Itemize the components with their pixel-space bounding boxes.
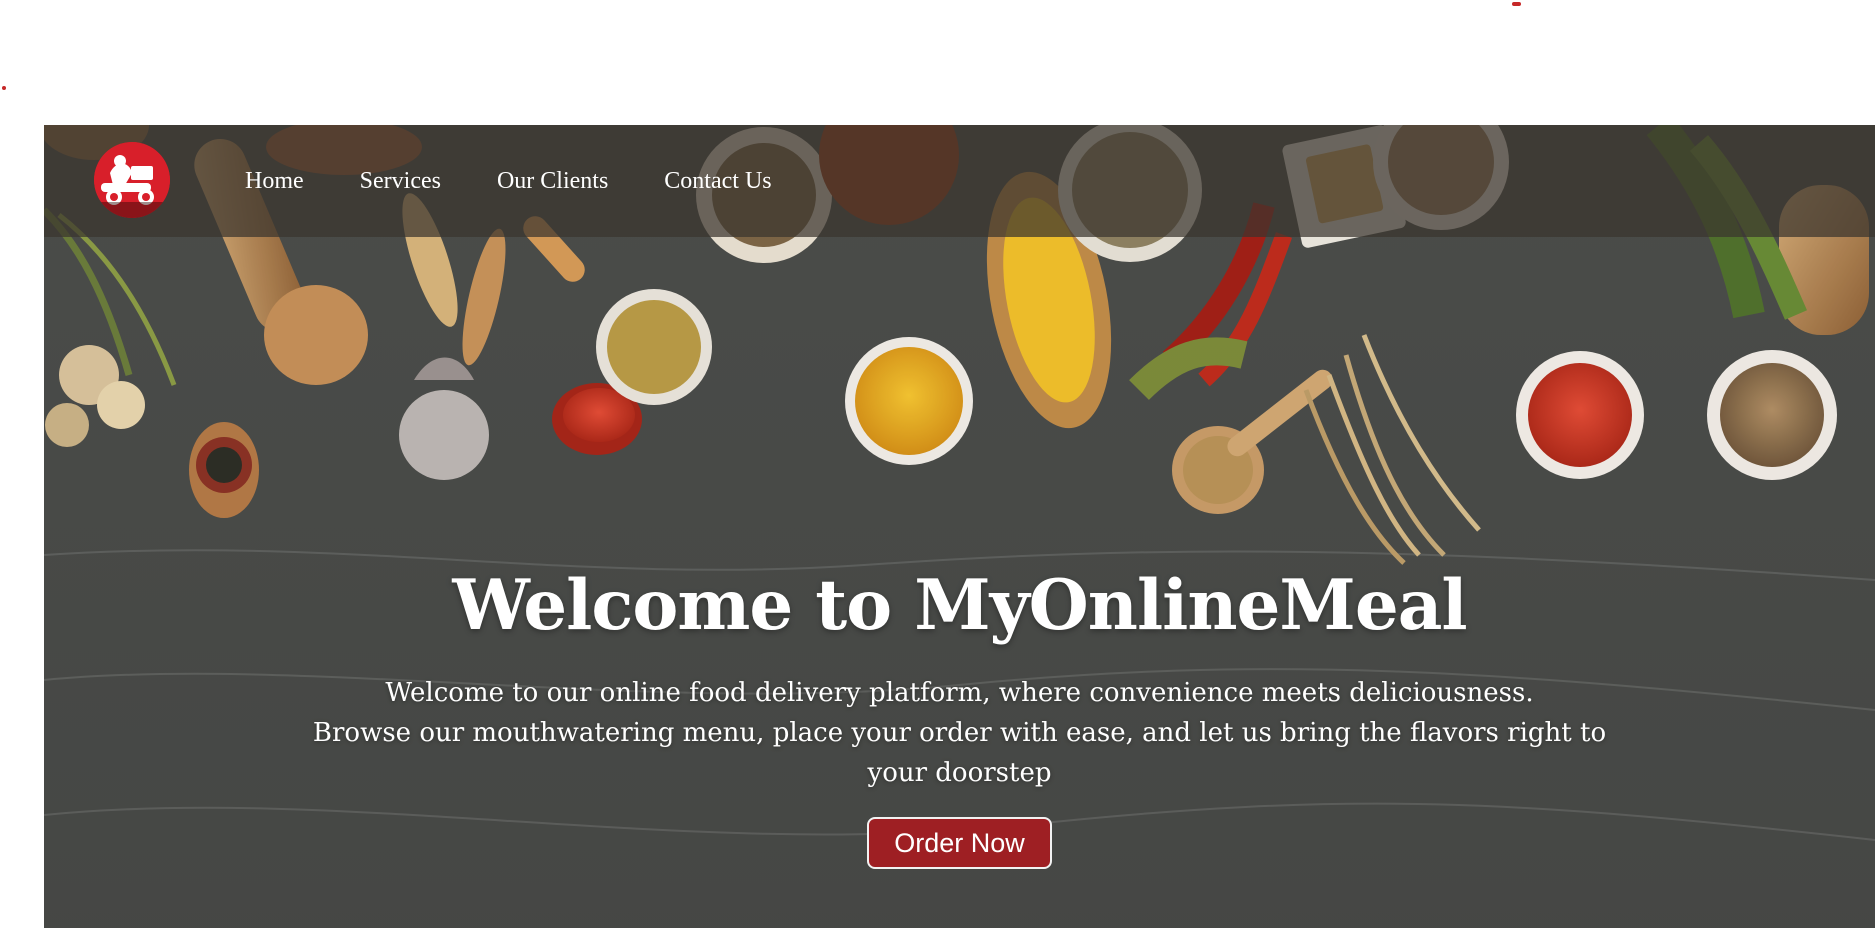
hero-title: Welcome to MyOnlineMeal bbox=[452, 565, 1467, 646]
stray-dot bbox=[2, 86, 6, 90]
logo[interactable] bbox=[94, 142, 170, 218]
stray-mark bbox=[1512, 2, 1521, 6]
nav-home-link[interactable]: Home bbox=[245, 169, 304, 193]
navbar: Home Services Our Clients Contact Us bbox=[44, 125, 1875, 237]
hero-description: Welcome to our online food delivery plat… bbox=[290, 673, 1630, 793]
nav-contact-us-link[interactable]: Contact Us bbox=[664, 169, 771, 193]
hero-section: Home Services Our Clients Contact Us Wel… bbox=[44, 125, 1875, 928]
nav-links: Home Services Our Clients Contact Us bbox=[245, 125, 828, 237]
nav-our-clients-link[interactable]: Our Clients bbox=[497, 169, 608, 193]
nav-services-link[interactable]: Services bbox=[360, 169, 441, 193]
hero-line-2: Browse our mouthwatering menu, place you… bbox=[312, 718, 1607, 788]
delivery-scooter-icon bbox=[94, 142, 170, 218]
order-now-button[interactable]: Order Now bbox=[867, 817, 1052, 869]
hero-content: Welcome to MyOnlineMeal Welcome to our o… bbox=[44, 565, 1875, 869]
hero-line-1: Welcome to our online food delivery plat… bbox=[385, 678, 1534, 708]
page: Home Services Our Clients Contact Us Wel… bbox=[0, 0, 1875, 928]
